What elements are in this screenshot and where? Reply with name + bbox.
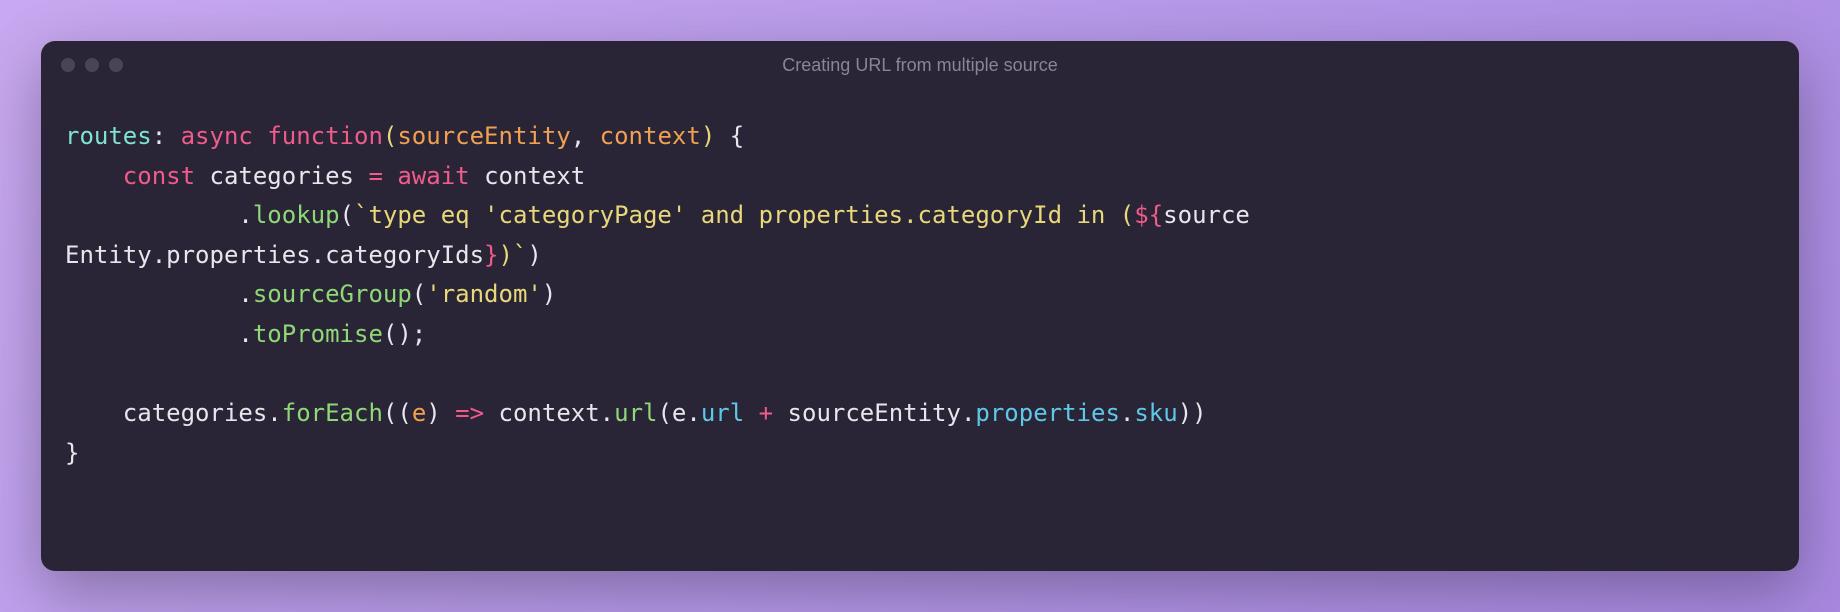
code-token: )` (498, 241, 527, 269)
code-token: ) (426, 399, 455, 427)
code-token: routes (65, 122, 152, 150)
code-window: Creating URL from multiple source routes… (41, 41, 1799, 571)
code-area[interactable]: routes: async function(sourceEntity, con… (41, 89, 1799, 571)
code-token: url (701, 399, 744, 427)
code-token: await (397, 162, 484, 190)
code-token: ) (527, 241, 541, 269)
code-token: sourceEntity. (773, 399, 975, 427)
code-token: . (65, 320, 253, 348)
code-token: , (571, 122, 600, 150)
code-token: ) (701, 122, 730, 150)
code-token: sourceEntity (397, 122, 570, 150)
code-token: (); (383, 320, 426, 348)
code-token: forEach (282, 399, 383, 427)
code-token: => (455, 399, 484, 427)
code-token: . (65, 280, 253, 308)
code-token: context (484, 162, 585, 190)
code-token: ( (383, 122, 397, 150)
code-token: source (1163, 201, 1250, 229)
code-token: : (152, 122, 181, 150)
code-token: . (1120, 399, 1134, 427)
minimize-icon[interactable] (85, 58, 99, 72)
code-token: e (412, 399, 426, 427)
code-token (744, 399, 758, 427)
code-token: ${ (1134, 201, 1163, 229)
code-token: )) (1178, 399, 1207, 427)
code-token: (( (383, 399, 412, 427)
code-token: function (267, 122, 383, 150)
code-token: toPromise (253, 320, 383, 348)
code-token: context. (484, 399, 614, 427)
code-token: = (368, 162, 382, 190)
code-token: + (759, 399, 773, 427)
code-token: } (484, 241, 498, 269)
code-token: Entity.properties.categoryIds (65, 241, 484, 269)
code-token: async (181, 122, 268, 150)
code-token: categories. (65, 399, 282, 427)
code-token: context (600, 122, 701, 150)
code-token: ( (412, 280, 426, 308)
code-token: lookup (253, 201, 340, 229)
code-token: ) (542, 280, 556, 308)
code-token: 'random' (426, 280, 542, 308)
code-token: . (65, 201, 253, 229)
code-token: } (65, 439, 79, 467)
code-token: url (614, 399, 657, 427)
window-title: Creating URL from multiple source (41, 55, 1799, 76)
code-token (383, 162, 397, 190)
code-token: properties (975, 399, 1120, 427)
code-token: ( (340, 201, 354, 229)
maximize-icon[interactable] (109, 58, 123, 72)
traffic-lights (61, 58, 123, 72)
code-token (65, 162, 123, 190)
code-token: categories (210, 162, 369, 190)
close-icon[interactable] (61, 58, 75, 72)
titlebar: Creating URL from multiple source (41, 41, 1799, 89)
code-token: sku (1134, 399, 1177, 427)
code-token: `type eq 'categoryPage' and properties.c… (354, 201, 1134, 229)
code-token: const (123, 162, 210, 190)
code-token: sourceGroup (253, 280, 412, 308)
code-token: { (730, 122, 744, 150)
code-token: (e. (657, 399, 700, 427)
